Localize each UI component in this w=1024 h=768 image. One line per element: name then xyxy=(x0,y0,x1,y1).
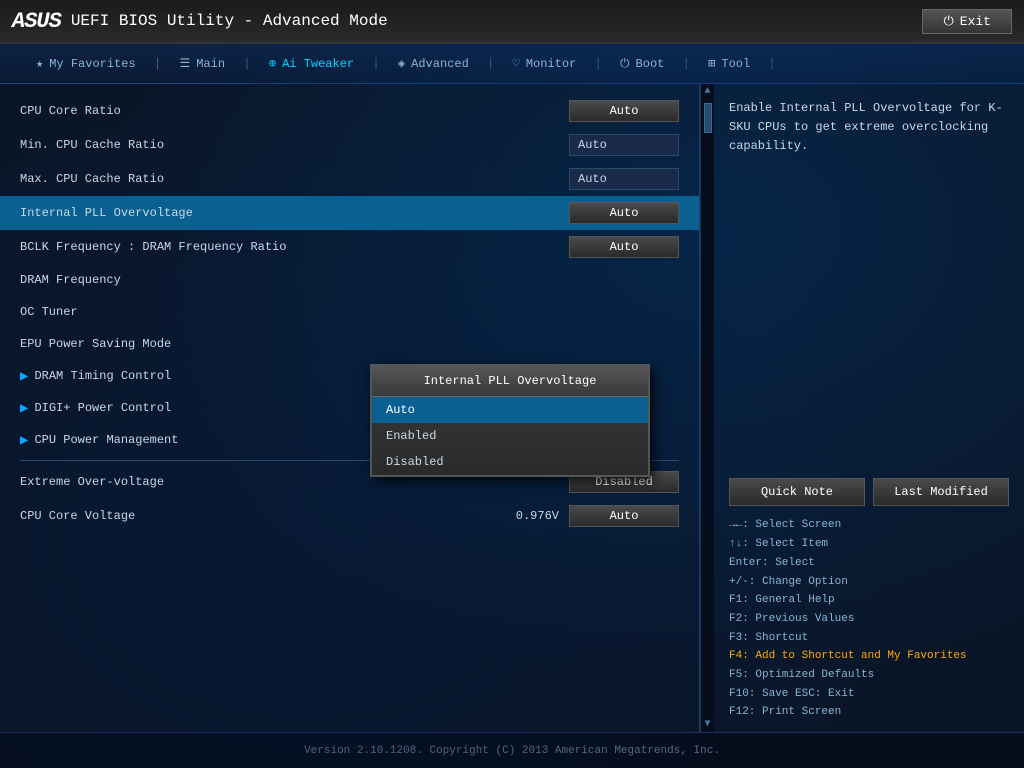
advanced-icon: ◈ xyxy=(398,56,405,71)
setting-label: OC Tuner xyxy=(20,305,679,319)
nav-item-monitor[interactable]: ♡ Monitor xyxy=(497,44,593,83)
setting-label: CPU Core Ratio xyxy=(20,104,569,118)
section-label: DIGI+ Power Control xyxy=(34,401,171,415)
help-line-f12: F12: Print Screen xyxy=(729,703,1009,722)
nav-separator-1: | xyxy=(152,56,164,71)
info-description: Enable Internal PLL Overvoltage for K-SK… xyxy=(729,94,1009,162)
setting-row-bclk-dram: BCLK Frequency : DRAM Frequency Ratio Au… xyxy=(0,230,699,264)
setting-label: Max. CPU Cache Ratio xyxy=(20,172,569,186)
tool-icon: ⊞ xyxy=(708,56,715,71)
help-line-7: F3: Shortcut xyxy=(729,629,1009,648)
nav-item-ai-tweaker[interactable]: ⊕ Ai Tweaker xyxy=(253,44,370,83)
action-buttons: Quick Note Last Modified xyxy=(729,478,1009,506)
help-line-5: F1: General Help xyxy=(729,591,1009,610)
scroll-up-arrow[interactable]: ▲ xyxy=(704,86,710,97)
quick-note-button[interactable]: Quick Note xyxy=(729,478,865,506)
nav-label: Tool xyxy=(721,57,750,71)
setting-row-dram-freq: DRAM Frequency xyxy=(0,264,699,296)
last-modified-button[interactable]: Last Modified xyxy=(873,478,1009,506)
nav-separator-4: | xyxy=(485,56,497,71)
scroll-down-arrow[interactable]: ▼ xyxy=(704,719,710,730)
help-line-4: +/-: Change Option xyxy=(729,573,1009,592)
nav-separator-6: | xyxy=(680,56,692,71)
exit-button[interactable]: ⏻ Exit xyxy=(922,9,1012,34)
nav-item-my-favorites[interactable]: ★ My Favorites xyxy=(20,44,152,83)
right-panel: Enable Internal PLL Overvoltage for K-SK… xyxy=(714,84,1024,732)
section-label: DRAM Timing Control xyxy=(34,369,171,383)
scrollbar[interactable]: ▲ ▼ xyxy=(700,84,714,732)
nav-label: My Favorites xyxy=(49,57,135,71)
dropdown-menu: Internal PLL Overvoltage Auto Enabled Di… xyxy=(370,364,650,477)
help-line-f4: F4: Add to Shortcut and My Favorites xyxy=(729,647,1009,666)
nav-label: Advanced xyxy=(411,57,469,71)
setting-row-max-cpu-cache: Max. CPU Cache Ratio Auto xyxy=(0,162,699,196)
nav-item-boot[interactable]: ⏻ Boot xyxy=(604,44,680,83)
list-icon: ☰ xyxy=(179,56,190,71)
nav-separator-3: | xyxy=(370,56,382,71)
setting-label: BCLK Frequency : DRAM Frequency Ratio xyxy=(20,240,569,254)
setting-label: Extreme Over-voltage xyxy=(20,475,569,489)
arrow-right-icon: ▶ xyxy=(20,368,28,385)
nav-separator-2: | xyxy=(241,56,253,71)
tweaker-icon: ⊕ xyxy=(269,56,276,71)
asus-logo: ASUS xyxy=(12,9,61,34)
setting-label: EPU Power Saving Mode xyxy=(20,337,679,351)
help-line-3: Enter: Select xyxy=(729,554,1009,573)
setting-row-cpu-core-ratio: CPU Core Ratio Auto xyxy=(0,94,699,128)
nav-bar: ★ My Favorites | ☰ Main | ⊕ Ai Tweaker |… xyxy=(0,44,1024,84)
setting-label: CPU Core Voltage xyxy=(20,509,449,523)
header: ASUS UEFI BIOS Utility - Advanced Mode ⏻… xyxy=(0,0,1024,44)
section-label: CPU Power Management xyxy=(34,433,178,447)
nav-label: Monitor xyxy=(526,57,576,71)
cpu-core-voltage-button[interactable]: Auto xyxy=(569,505,679,527)
nav-item-advanced[interactable]: ◈ Advanced xyxy=(382,44,485,83)
footer: Version 2.10.1208. Copyright (C) 2013 Am… xyxy=(0,732,1024,768)
dropdown-title: Internal PLL Overvoltage xyxy=(372,366,648,397)
min-cpu-cache-value: Auto xyxy=(569,134,679,156)
setting-label: Internal PLL Overvoltage xyxy=(20,206,569,220)
arrow-right-icon: ▶ xyxy=(20,400,28,417)
exit-label: Exit xyxy=(960,14,991,29)
dropdown-option-auto[interactable]: Auto xyxy=(372,397,648,423)
dropdown-option-disabled[interactable]: Disabled xyxy=(372,449,648,475)
help-line-6: F2: Previous Values xyxy=(729,610,1009,629)
scroll-thumb[interactable] xyxy=(704,103,712,133)
setting-row-internal-pll: Internal PLL Overvoltage Auto xyxy=(0,196,699,230)
nav-item-tool[interactable]: ⊞ Tool xyxy=(692,44,766,83)
setting-row-oc-tuner: OC Tuner xyxy=(0,296,699,328)
cpu-core-ratio-button[interactable]: Auto xyxy=(569,100,679,122)
help-text: →←: Select Screen ↑↓: Select Item Enter:… xyxy=(729,516,1009,722)
help-line-2: ↑↓: Select Item xyxy=(729,535,1009,554)
dropdown-option-enabled[interactable]: Enabled xyxy=(372,423,648,449)
nav-separator-7: | xyxy=(766,56,778,71)
arrow-right-icon: ▶ xyxy=(20,432,28,449)
header-logo: ASUS UEFI BIOS Utility - Advanced Mode xyxy=(12,9,388,34)
nav-item-main[interactable]: ☰ Main xyxy=(163,44,241,83)
monitor-icon: ♡ xyxy=(513,56,520,71)
boot-icon: ⏻ xyxy=(620,57,630,71)
setting-label: DRAM Frequency xyxy=(20,273,679,287)
cpu-core-voltage-reading: 0.976V xyxy=(449,509,569,523)
setting-label: Min. CPU Cache Ratio xyxy=(20,138,569,152)
nav-label: Boot xyxy=(636,57,665,71)
help-line-f5: F5: Optimized Defaults xyxy=(729,666,1009,685)
max-cpu-cache-value: Auto xyxy=(569,168,679,190)
help-line-f10: F10: Save ESC: Exit xyxy=(729,685,1009,704)
header-title: UEFI BIOS Utility - Advanced Mode xyxy=(71,12,388,30)
main-content: CPU Core Ratio Auto Min. CPU Cache Ratio… xyxy=(0,84,1024,732)
bclk-dram-button[interactable]: Auto xyxy=(569,236,679,258)
nav-label: Main xyxy=(196,57,225,71)
setting-row-epu: EPU Power Saving Mode xyxy=(0,328,699,360)
nav-separator-5: | xyxy=(592,56,604,71)
setting-row-cpu-core-voltage: CPU Core Voltage 0.976V Auto xyxy=(0,499,699,533)
star-icon: ★ xyxy=(36,56,43,71)
help-line-1: →←: Select Screen xyxy=(729,516,1009,535)
power-icon: ⏻ xyxy=(943,14,953,29)
internal-pll-button[interactable]: Auto xyxy=(569,202,679,224)
nav-label: Ai Tweaker xyxy=(282,57,354,71)
footer-text: Version 2.10.1208. Copyright (C) 2013 Am… xyxy=(304,745,720,757)
setting-row-min-cpu-cache: Min. CPU Cache Ratio Auto xyxy=(0,128,699,162)
